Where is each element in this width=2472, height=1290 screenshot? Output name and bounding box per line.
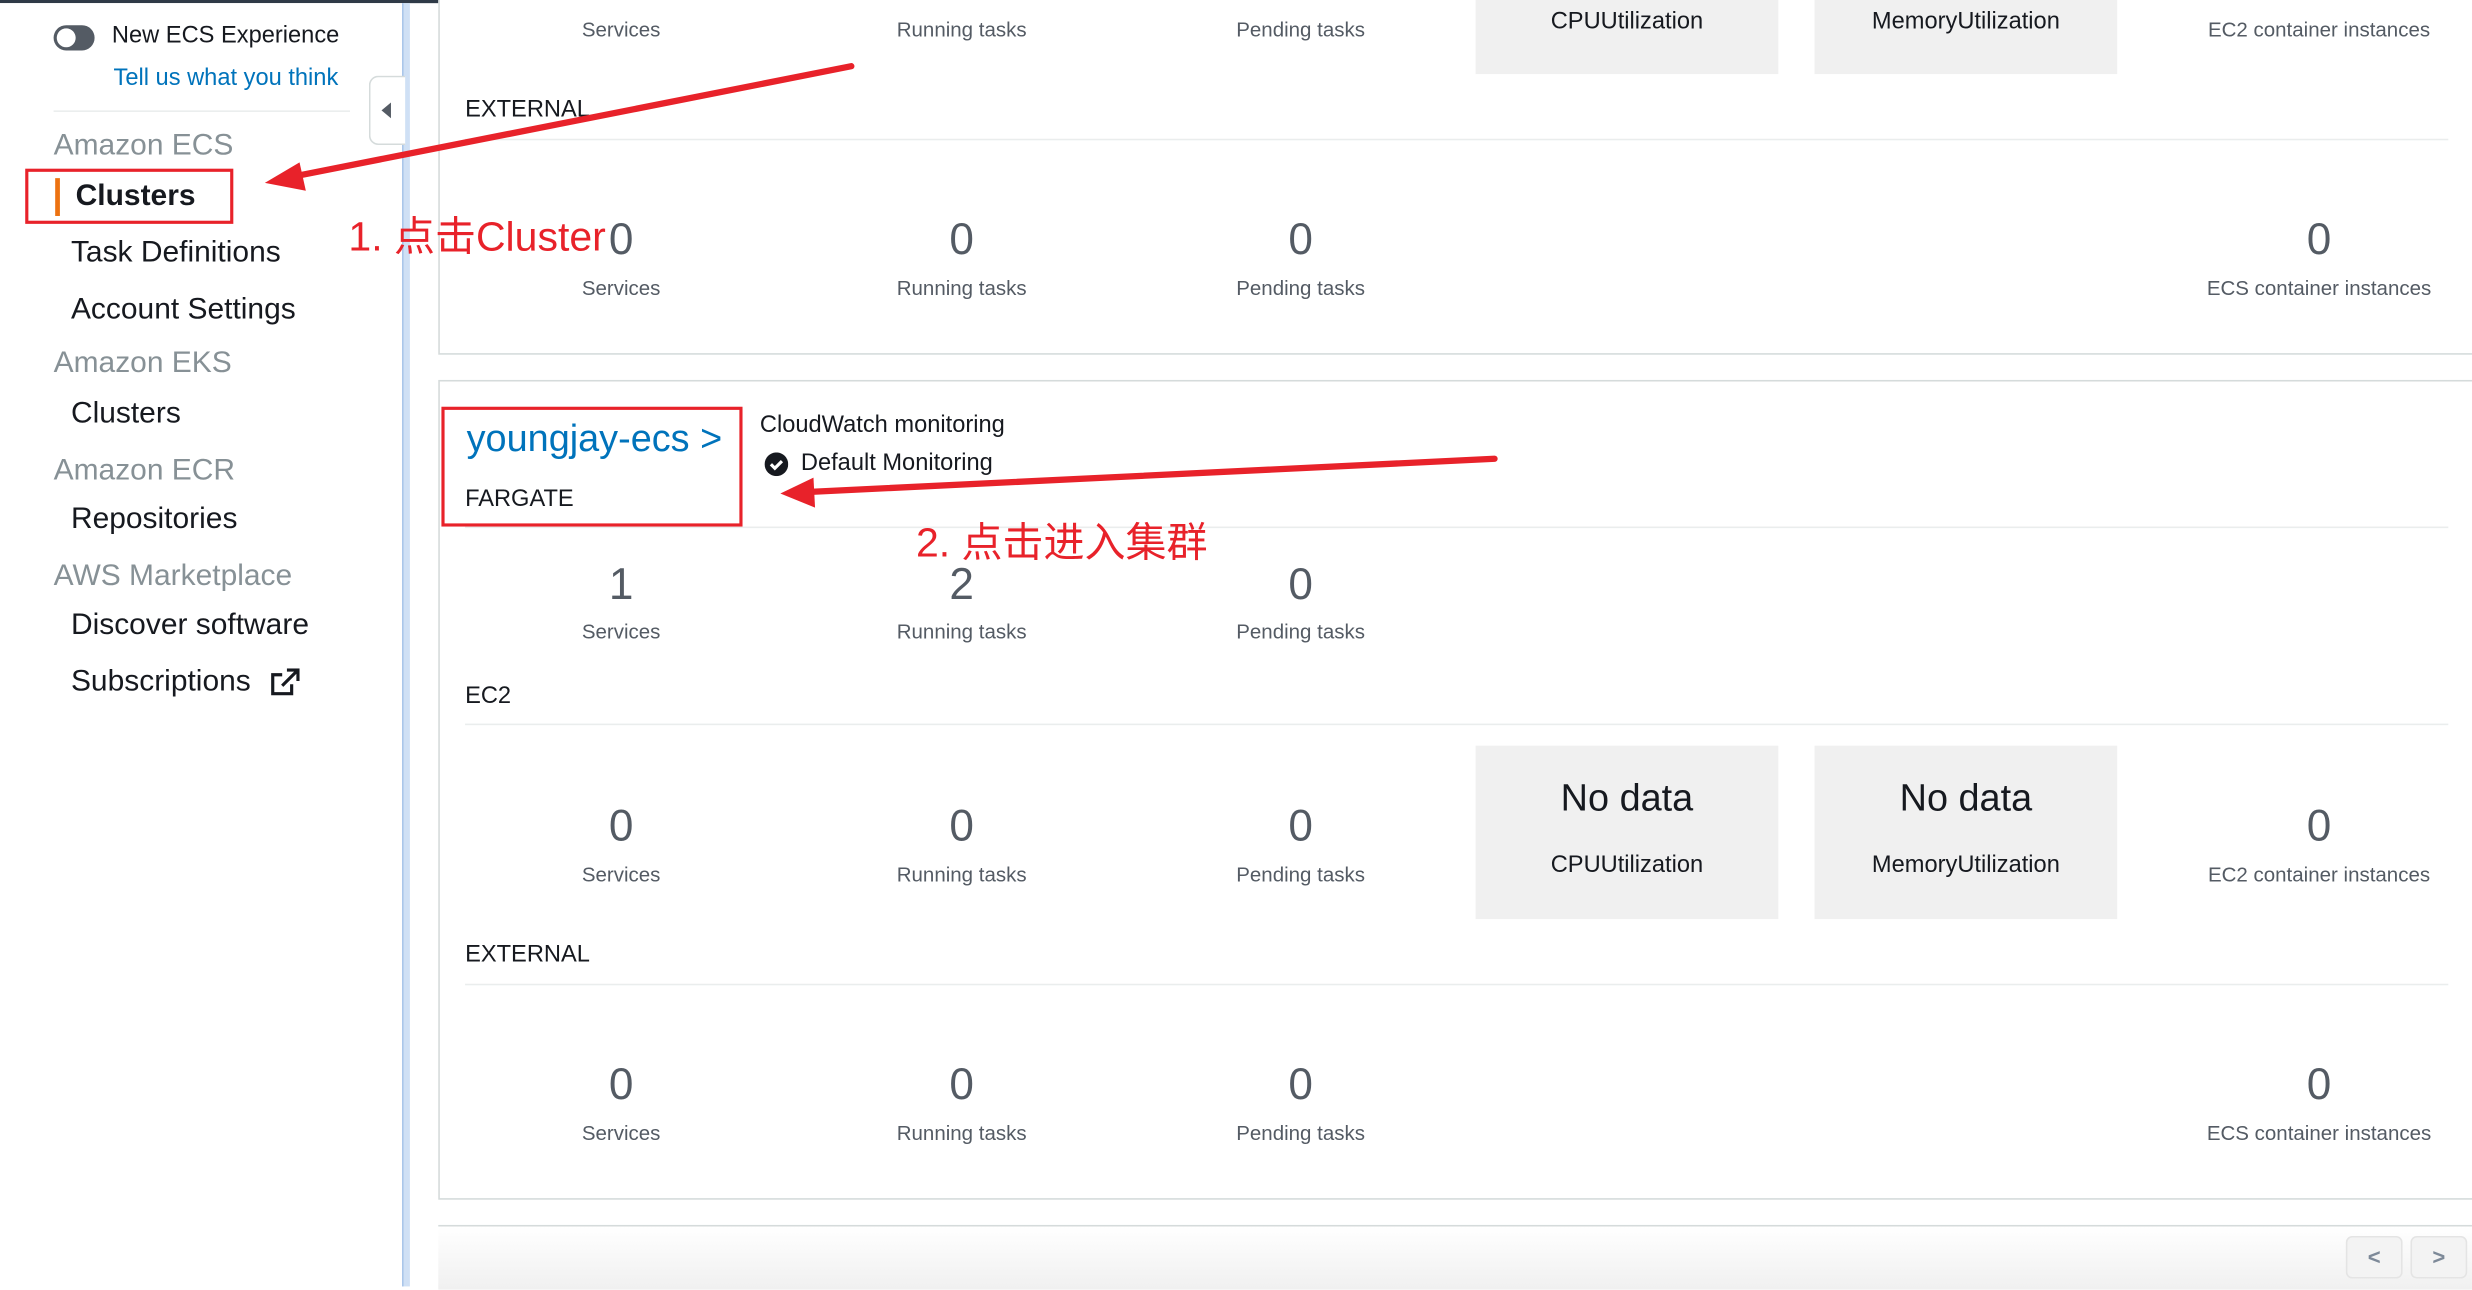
monitoring-title: CloudWatch monitoring (759, 411, 1005, 439)
monitoring-value: Default Monitoring (800, 449, 993, 477)
ec2-services-label: Services (581, 862, 661, 886)
sidebar-border (402, 3, 410, 1287)
running-label: Running tasks (896, 275, 1027, 300)
memory-value: No data (1899, 777, 2033, 820)
memory-utilization-box: No data MemoryUtilization (1814, 745, 2118, 920)
sidebar-item-subscriptions[interactable]: Subscriptions (71, 665, 251, 700)
ec2-instances-count: 0 (2306, 800, 2332, 850)
new-experience-toggle[interactable] (53, 25, 95, 51)
ec2-pending-label: Pending tasks (1236, 862, 1365, 886)
pending-label: Pending tasks (1236, 275, 1365, 300)
ec2-running-label: Running tasks (896, 862, 1027, 886)
ec2-running-count: 0 (949, 800, 974, 850)
ext-pending-count: 0 (1288, 1059, 1313, 1109)
memory-label: MemoryUtilization (1871, 7, 2060, 35)
section-aws-marketplace: AWS Marketplace (53, 559, 293, 593)
pending-count: 0 (1288, 214, 1313, 264)
ec2-instances-label: EC2 container instances (2207, 862, 2431, 886)
annotation-step2: 2. 点击进入集群 (915, 518, 1208, 566)
pagination-bar (438, 1224, 2472, 1290)
services-count: 0 (608, 214, 634, 264)
header-pending-tasks: Pending tasks (1236, 17, 1365, 41)
instances-label: ECS container instances (2206, 275, 2432, 300)
annotation-step1: 1. 点击Cluster (348, 212, 606, 261)
sidebar-item-discover-software[interactable]: Discover software (71, 609, 309, 644)
ext-running-label: Running tasks (896, 1120, 1027, 1145)
sidebar-item-repositories[interactable]: Repositories (71, 503, 237, 538)
ext-pending-label: Pending tasks (1236, 1120, 1365, 1145)
external-label: EXTERNAL (465, 941, 590, 968)
ext-running-count: 0 (949, 1059, 974, 1109)
cpu-utilization-box: No data CPUUtilization (1475, 745, 1779, 920)
sidebar-item-eks-clusters[interactable]: Clusters (71, 397, 181, 432)
ec2-services-count: 0 (608, 800, 634, 850)
next-page-button[interactable]: > (2410, 1235, 2468, 1279)
fargate-pending-label: Pending tasks (1236, 619, 1365, 644)
cpu-value: No data (1560, 777, 1694, 820)
sidebar-divider (53, 110, 350, 112)
fargate-pending-count: 0 (1288, 559, 1313, 609)
ec2-label: EC2 (465, 682, 512, 710)
external-label: EXTERNAL (465, 96, 590, 123)
section-amazon-eks: Amazon EKS (53, 346, 232, 380)
cpu-utilization-box: CPUUtilization (1475, 0, 1779, 75)
header-ec2-instances: EC2 container instances (2207, 17, 2431, 41)
cpu-label: CPUUtilization (1550, 7, 1704, 35)
ext-instances-count: 0 (2306, 1059, 2332, 1109)
ext-instances-label: ECS container instances (2206, 1120, 2432, 1145)
header-running-tasks: Running tasks (896, 17, 1027, 41)
fargate-services-count: 1 (608, 559, 634, 609)
annotation-box-cluster-name (441, 406, 743, 527)
sidebar-item-task-definitions[interactable]: Task Definitions (71, 236, 281, 271)
check-circle-icon (764, 452, 789, 477)
divider (465, 138, 2449, 141)
cluster-card-youngjay-ecs (438, 379, 2472, 1200)
divider (465, 983, 2449, 986)
fargate-running-label: Running tasks (896, 619, 1027, 644)
annotation-box-clusters (25, 168, 234, 224)
prev-page-button[interactable]: < (2345, 1235, 2403, 1279)
cpu-label: CPUUtilization (1550, 851, 1704, 879)
collapse-sidebar-button[interactable] (368, 75, 406, 146)
toggle-label: New ECS Experience (111, 22, 340, 49)
fargate-services-label: Services (581, 619, 661, 644)
cluster-card (438, 0, 2472, 355)
divider (465, 526, 2449, 529)
instances-count: 0 (2306, 214, 2332, 264)
section-amazon-ecr: Amazon ECR (53, 454, 236, 488)
services-label: Services (581, 275, 661, 300)
ext-services-label: Services (581, 1120, 661, 1145)
header-services: Services (581, 17, 661, 41)
feedback-link[interactable]: Tell us what you think (114, 65, 339, 92)
sidebar-item-account-settings[interactable]: Account Settings (71, 293, 296, 328)
memory-utilization-box: MemoryUtilization (1814, 0, 2118, 75)
ec2-pending-count: 0 (1288, 800, 1313, 850)
memory-label: MemoryUtilization (1871, 851, 2060, 879)
section-amazon-ecs: Amazon ECS (53, 129, 234, 163)
ext-services-count: 0 (608, 1059, 634, 1109)
divider (465, 723, 2449, 726)
running-count: 0 (949, 214, 974, 264)
external-link-icon (271, 668, 300, 696)
